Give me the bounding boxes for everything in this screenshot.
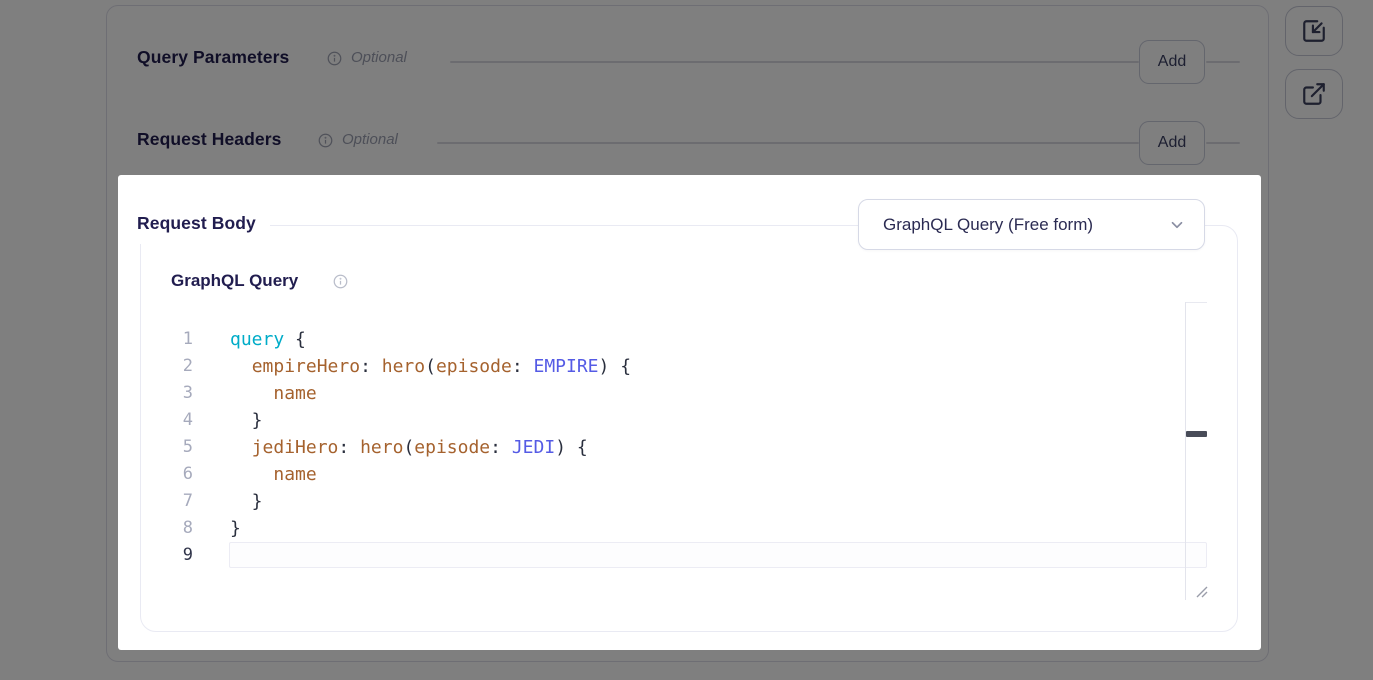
body-type-selected-value: GraphQL Query (Free form) bbox=[883, 215, 1168, 235]
divider bbox=[1206, 142, 1240, 144]
info-icon[interactable] bbox=[327, 51, 342, 66]
optional-badge: Optional bbox=[342, 131, 398, 148]
code-line: name bbox=[230, 461, 317, 488]
add-button-label: Add bbox=[1158, 134, 1186, 152]
code-line: empireHero: hero(episode: EMPIRE) { bbox=[230, 353, 631, 380]
request-headers-label: Request Headers bbox=[137, 129, 281, 150]
code-line: query { bbox=[230, 326, 306, 353]
optional-badge: Optional bbox=[351, 49, 407, 66]
active-line-highlight bbox=[229, 542, 1207, 568]
request-body-legend: Request Body bbox=[120, 202, 270, 244]
page: Query Parameters Optional Add Request He… bbox=[0, 0, 1373, 680]
code-line: jediHero: hero(episode: JEDI) { bbox=[230, 434, 588, 461]
info-icon[interactable] bbox=[318, 133, 333, 148]
code-line: } bbox=[230, 488, 263, 515]
line-number: 9 bbox=[171, 542, 193, 569]
line-number: 3 bbox=[171, 380, 193, 407]
code-editor[interactable]: 123456789 query { empireHero: hero(episo… bbox=[171, 302, 1207, 600]
add-query-parameter-button[interactable]: Add bbox=[1139, 40, 1205, 84]
editor-resize-grip-icon[interactable] bbox=[1195, 585, 1209, 604]
divider bbox=[450, 61, 1139, 63]
editor-resize-handle[interactable] bbox=[1186, 431, 1207, 437]
info-icon[interactable] bbox=[333, 274, 348, 289]
code-line: } bbox=[230, 515, 241, 542]
line-number: 1 bbox=[171, 326, 193, 353]
editor-right-border bbox=[1185, 302, 1186, 600]
line-number: 8 bbox=[171, 515, 193, 542]
line-number: 6 bbox=[171, 461, 193, 488]
line-number: 7 bbox=[171, 488, 193, 515]
line-number: 4 bbox=[171, 407, 193, 434]
body-type-select[interactable]: GraphQL Query (Free form) bbox=[858, 199, 1205, 250]
edit-in-square-icon bbox=[1301, 18, 1327, 44]
request-body-label: Request Body bbox=[137, 213, 256, 234]
code-line: } bbox=[230, 407, 263, 434]
open-external-button[interactable] bbox=[1285, 69, 1343, 119]
code-line: name bbox=[230, 380, 317, 407]
add-request-header-button[interactable]: Add bbox=[1139, 121, 1205, 165]
edit-in-panel-button[interactable] bbox=[1285, 6, 1343, 56]
external-link-icon bbox=[1301, 81, 1327, 107]
chevron-down-icon bbox=[1168, 216, 1186, 234]
editor-border bbox=[1185, 302, 1207, 303]
divider bbox=[437, 142, 1139, 144]
divider bbox=[1206, 61, 1240, 63]
graphql-query-label: GraphQL Query bbox=[171, 271, 298, 291]
query-parameters-label: Query Parameters bbox=[137, 47, 289, 68]
line-number: 5 bbox=[171, 434, 193, 461]
line-number: 2 bbox=[171, 353, 193, 380]
add-button-label: Add bbox=[1158, 53, 1186, 71]
